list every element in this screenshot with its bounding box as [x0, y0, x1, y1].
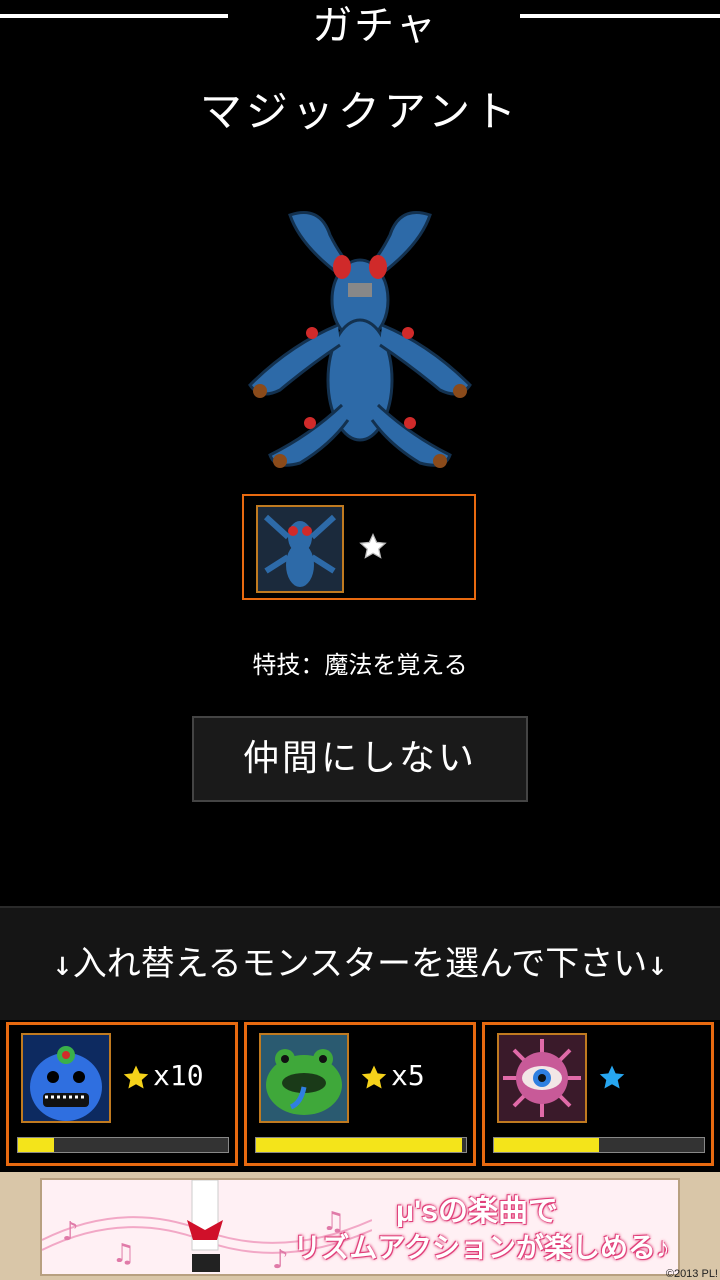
decline-button[interactable]: 仲間にしない — [192, 716, 528, 802]
hp-bar — [255, 1137, 467, 1153]
copyright-text: ©2013 PL! — [665, 1268, 718, 1280]
skill-text: 特技：魔法を覚える — [252, 651, 468, 679]
hp-bar — [17, 1137, 229, 1153]
monster-thumbnail — [256, 505, 344, 593]
star-count: x10 — [153, 1059, 204, 1092]
header-rule-right — [520, 14, 720, 18]
party-slots: x10 x5 — [0, 1020, 720, 1170]
replace-prompt-banner: ↓入れ替えるモンスターを選んで下さい↓ — [0, 906, 720, 1022]
frog-monster-thumbnail — [259, 1033, 349, 1123]
blue-blob-monster-thumbnail — [21, 1033, 111, 1123]
eye-monster-thumbnail — [497, 1033, 587, 1123]
page-title: ガチャ — [312, 3, 438, 49]
svg-text:♪: ♪ — [272, 1245, 289, 1275]
star-icon — [599, 1065, 625, 1089]
hp-bar-fill — [256, 1138, 462, 1152]
monster-card[interactable] — [242, 494, 476, 600]
star-icon — [123, 1065, 149, 1089]
svg-text:♫: ♫ — [112, 1239, 135, 1269]
svg-text:♪: ♪ — [62, 1217, 79, 1247]
monster-name: マジックアント — [199, 87, 521, 136]
star-count: x5 — [391, 1059, 425, 1092]
ad-banner-inner[interactable]: ♪ ♫ ♪ ♫ μ'sの楽曲で リズムアクションが楽しめる♪ — [40, 1178, 680, 1276]
ad-headline: μ'sの楽曲で — [395, 1195, 558, 1228]
header-rule-left — [0, 14, 228, 18]
party-slot-1[interactable]: x10 — [6, 1022, 238, 1166]
hp-bar — [493, 1137, 705, 1153]
magic-ant-sprite — [248, 211, 472, 468]
party-slot-2[interactable]: x5 — [244, 1022, 476, 1166]
hp-bar-fill — [18, 1138, 54, 1152]
ad-banner[interactable]: ♪ ♫ ♪ ♫ μ'sの楽曲で リズムアクションが楽しめる♪ ©2013 PL! — [0, 1172, 720, 1280]
star-icon — [359, 533, 387, 559]
star-icon — [361, 1065, 387, 1089]
ad-subline: リズムアクションが楽しめる♪ — [293, 1232, 670, 1263]
party-slot-3[interactable] — [482, 1022, 714, 1166]
hp-bar-fill — [494, 1138, 599, 1152]
